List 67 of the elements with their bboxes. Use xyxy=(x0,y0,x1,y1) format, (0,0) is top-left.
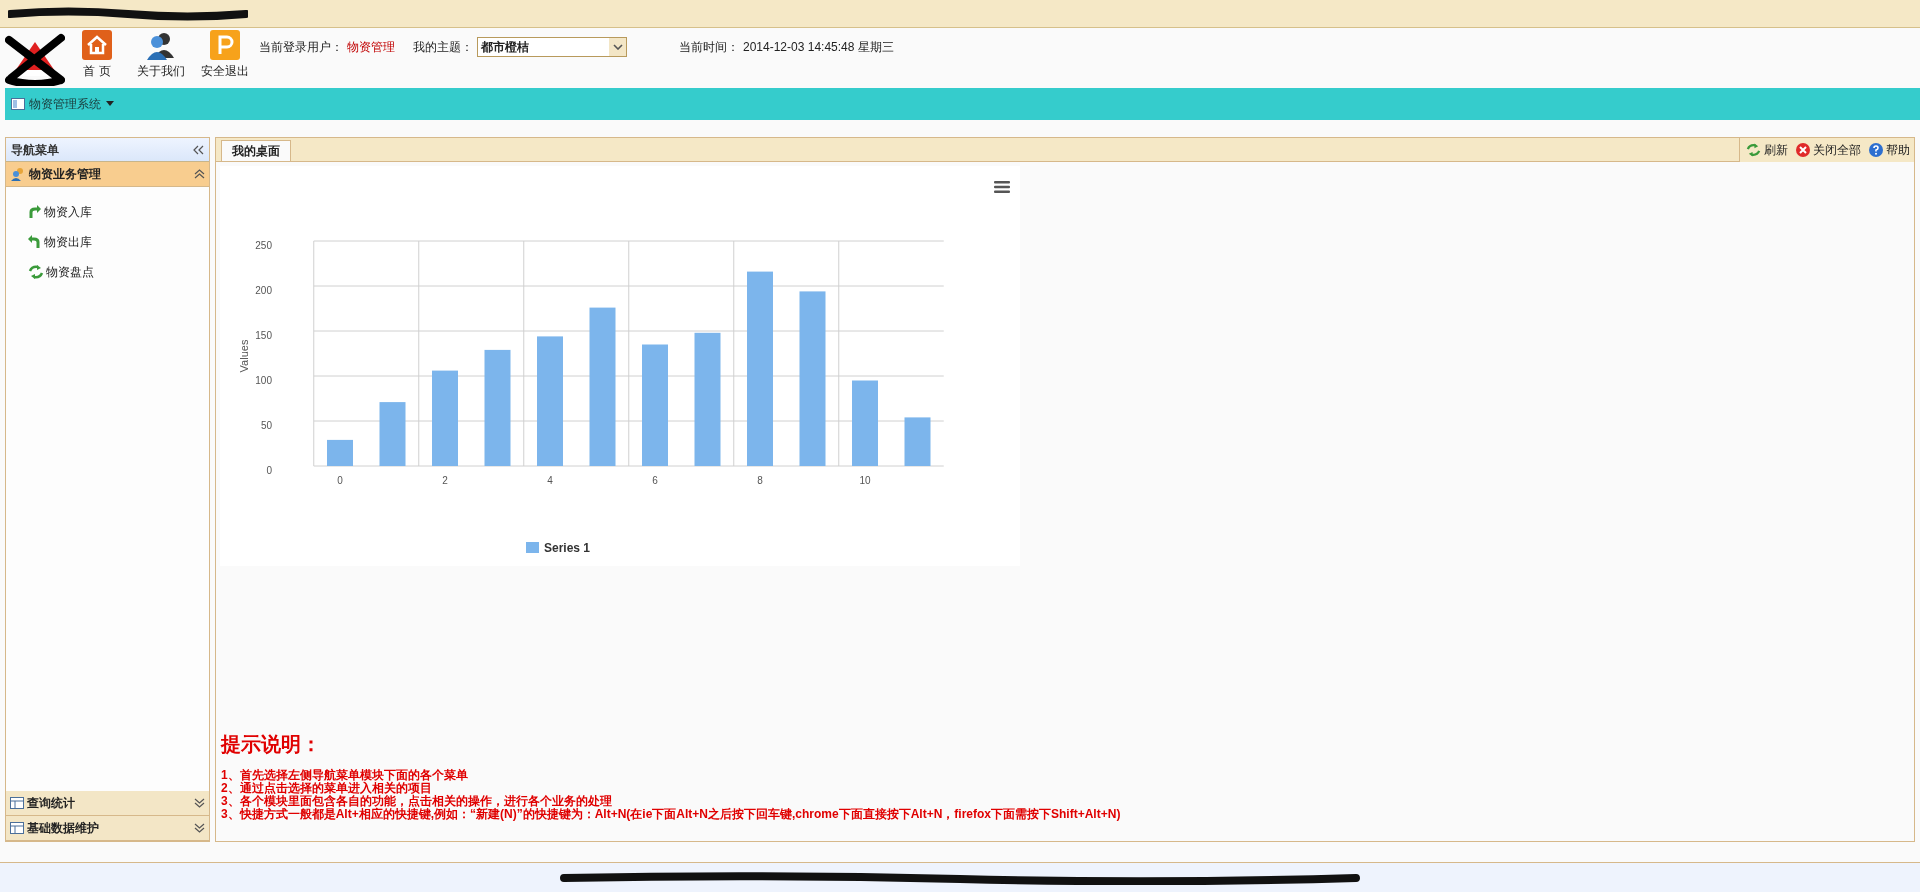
accordion-label: 查询统计 xyxy=(27,795,75,812)
y-tick-label: 0 xyxy=(266,465,272,476)
users-icon xyxy=(146,30,176,60)
chevron-up-icon xyxy=(194,169,205,179)
users-icon xyxy=(10,167,26,181)
y-tick-label: 100 xyxy=(255,375,272,386)
sidebar-title: 导航菜单 xyxy=(11,141,59,159)
toolbar-button[interactable]: 刷新 xyxy=(1746,141,1788,159)
time-label: 当前时间： xyxy=(679,39,739,56)
legend-item[interactable]: Series 1 xyxy=(526,541,591,555)
chart-menu-icon[interactable] xyxy=(994,180,1010,194)
x-tick-label: 2 xyxy=(442,475,448,486)
y-tick-label: 250 xyxy=(255,240,272,251)
hint-line: 2、通过点击选择的菜单进入相关的项目 xyxy=(221,782,432,795)
accordion-header[interactable]: 基础数据维护 xyxy=(6,816,209,841)
table-icon xyxy=(10,822,24,834)
chevron-down-icon xyxy=(194,823,205,833)
theme-label: 我的主题： xyxy=(413,39,473,56)
x-tick-label: 8 xyxy=(757,475,763,486)
legend-label: Series 1 xyxy=(544,541,591,555)
arrow-icon xyxy=(28,204,42,219)
logout-icon xyxy=(210,30,240,60)
system-menu[interactable]: 物资管理系统 xyxy=(11,95,115,113)
bar xyxy=(379,402,406,466)
hint-title: 提示说明： xyxy=(221,732,321,757)
menu-item[interactable]: 物资入库 xyxy=(28,201,198,222)
hint-line: 3、各个模块里面包含各自的功能，点击相关的操作，进行各个业务的处理 xyxy=(221,795,612,808)
window-icon xyxy=(11,98,25,110)
y-tick-label: 200 xyxy=(255,285,272,296)
x-tick-label: 4 xyxy=(547,475,553,486)
accordion-header[interactable]: 物资业务管理 xyxy=(6,162,209,187)
menu-item[interactable]: 物资盘点 xyxy=(28,261,198,282)
help-icon xyxy=(1869,143,1883,157)
caret-icon xyxy=(105,101,115,107)
time-value: 2014-12-03 14:45:48 星期三 xyxy=(743,39,894,56)
y-tick-label: 150 xyxy=(255,330,272,341)
x-tick-label: 6 xyxy=(652,475,658,486)
refresh-icon xyxy=(1746,143,1761,157)
close-icon xyxy=(1796,143,1810,157)
nav-button[interactable]: 关于我们 xyxy=(133,30,189,80)
chevron-down-icon xyxy=(194,798,205,808)
home-icon xyxy=(82,30,112,60)
menu-item[interactable]: 物资出库 xyxy=(28,231,198,252)
tab[interactable]: 我的桌面 xyxy=(221,140,291,161)
toolbar-button[interactable]: 帮助 xyxy=(1869,141,1910,159)
nav-button[interactable]: 安全退出 xyxy=(197,30,253,80)
accordion-label: 物资业务管理 xyxy=(29,166,101,183)
refresh-icon xyxy=(28,264,44,279)
user-name: 物资管理 xyxy=(347,39,395,56)
theme-select[interactable]: 都市橙桔 xyxy=(477,37,627,57)
x-tick-label: 0 xyxy=(337,475,343,486)
hint-line: 1、首先选择左侧导航菜单模块下面的各个菜单 xyxy=(221,769,468,782)
toolbar-button[interactable]: 关闭全部 xyxy=(1796,141,1861,159)
y-axis-title: Values xyxy=(238,339,250,373)
table-icon xyxy=(10,797,24,809)
chevron-down-icon xyxy=(612,44,623,50)
accordion-header[interactable]: 查询统计 xyxy=(6,791,209,816)
nav-button[interactable]: 首 页 xyxy=(69,30,125,80)
hint-line: 3、快捷方式一般都是Alt+相应的快捷键,例如：“新建(N)”的快捷键为：Alt+N(在ie下面Alt+N之后按下回车键,chrome下面直接按下Alt+N，firefox下面需按下Shift+Alt+N) xyxy=(221,808,1121,821)
x-tick-label: 10 xyxy=(859,475,871,486)
bar xyxy=(904,417,931,466)
collapse-icon[interactable] xyxy=(192,144,204,155)
arrow-icon xyxy=(28,234,42,249)
y-tick-label: 50 xyxy=(260,420,272,431)
accordion-label: 基础数据维护 xyxy=(27,820,99,837)
user-label: 当前登录用户： xyxy=(259,39,343,56)
bar xyxy=(327,439,353,466)
